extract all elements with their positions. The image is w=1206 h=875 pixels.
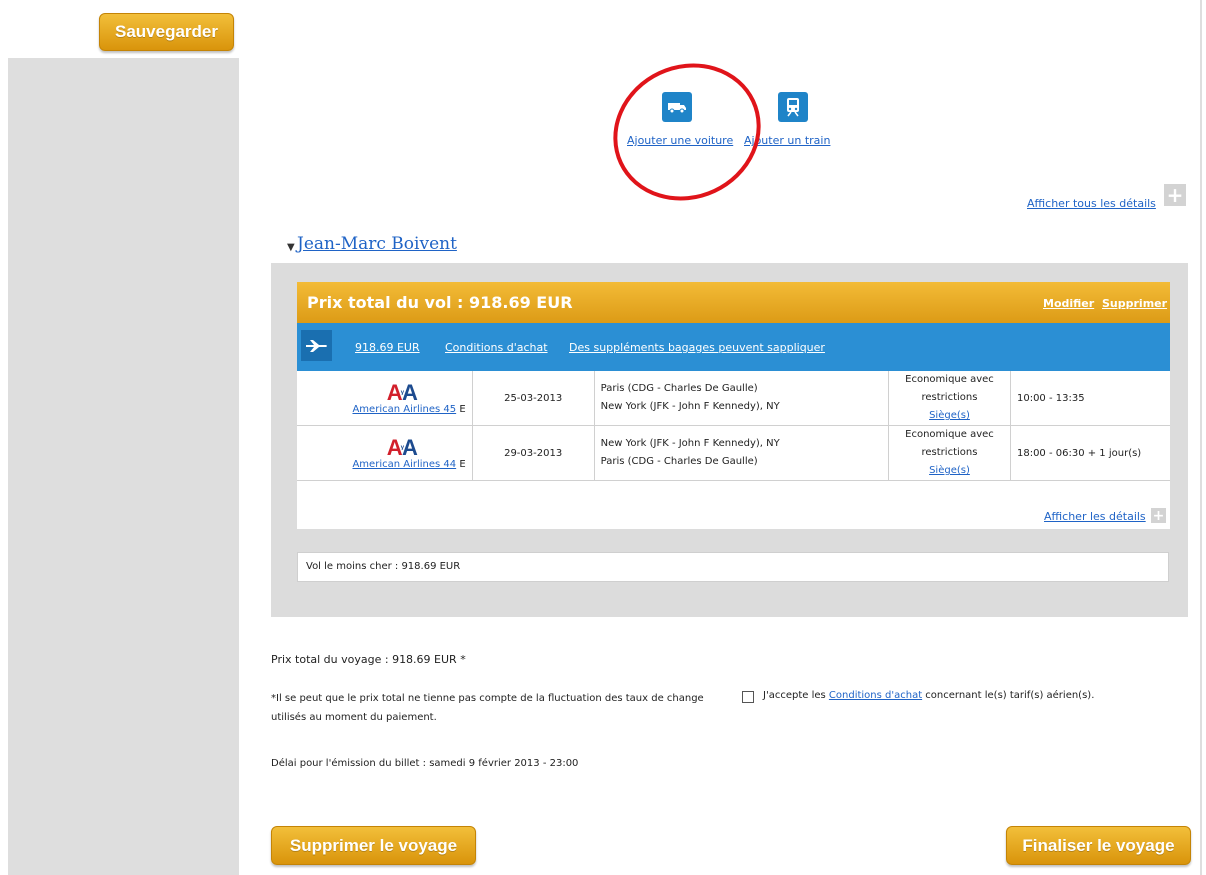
fare-link[interactable]: 918.69 EUR [355, 341, 420, 354]
segment-route: Paris (CDG - Charles De Gaulle) New York… [593, 371, 889, 426]
segment-route: New York (JFK - John F Kennedy), NY Pari… [593, 425, 889, 481]
fare-class-label: Economique avec restrictions [905, 429, 994, 458]
accept-conditions-checkbox[interactable] [742, 691, 754, 703]
right-border [1200, 0, 1202, 875]
american-airlines-logo: AᵞA [386, 434, 418, 460]
purchase-conditions-link[interactable]: Conditions d'achat [445, 341, 548, 354]
save-button[interactable]: Sauvegarder [99, 13, 234, 51]
route-from: New York (JFK - John F Kennedy), NY [600, 438, 780, 449]
airline-cell: AᵞA American Airlines 45 E [297, 371, 473, 426]
details-row: Afficher les détails + [297, 497, 1170, 529]
seat-link[interactable]: Siège(s) [895, 462, 1004, 480]
expand-details-plus-icon[interactable]: + [1151, 508, 1166, 523]
red-annotation-circle [613, 63, 761, 201]
traveler-name[interactable]: Jean-Marc Boivent [297, 234, 457, 254]
booking-class: E [459, 403, 466, 415]
delete-link[interactable]: Supprimer [1102, 297, 1167, 310]
fare-class: Economique avec restrictions Siège(s) [887, 425, 1011, 481]
cheapest-flight-box: Vol le moins cher : 918.69 EUR [297, 552, 1169, 582]
flight-card: Prix total du vol : 918.69 EUR Modifier … [297, 282, 1170, 529]
flight-price-title: Prix total du vol : 918.69 EUR [307, 293, 573, 312]
ticket-deadline: Délai pour l'émission du billet : samedi… [271, 758, 579, 769]
flight-price-bar: Prix total du vol : 918.69 EUR Modifier … [297, 282, 1170, 323]
collapse-arrow-icon[interactable]: ▼ [287, 242, 295, 253]
route-to: New York (JFK - John F Kennedy), NY [600, 401, 780, 412]
modify-link[interactable]: Modifier [1043, 297, 1094, 310]
cheapest-flight-text: Vol le moins cher : 918.69 EUR [306, 561, 461, 572]
currency-note: *Il se peut que le prix total ne tienne … [271, 693, 704, 723]
american-airlines-logo: AᵞA [386, 379, 418, 405]
segment-time: 10:00 - 13:35 [1009, 371, 1170, 426]
segment-date: 29-03-2013 [471, 425, 595, 481]
fare-class: Economique avec restrictions Siège(s) [887, 371, 1011, 426]
plane-icon [301, 330, 332, 361]
accept-suffix: concernant le(s) tarif(s) aérien(s). [922, 690, 1095, 701]
booking-class: E [459, 458, 466, 470]
accept-conditions-link[interactable]: Conditions d'achat [829, 690, 922, 701]
airline-flight-link[interactable]: American Airlines 44 [352, 459, 456, 470]
train-icon[interactable] [778, 92, 808, 122]
accept-prefix: J'accepte les [763, 690, 829, 701]
airline-cell: AᵞA American Airlines 44 E [297, 425, 473, 481]
left-sidebar-panel [8, 58, 239, 875]
segment-date: 25-03-2013 [471, 371, 595, 426]
expand-all-plus-icon[interactable]: + [1164, 184, 1186, 206]
flight-info-bar: 918.69 EUR Conditions d'achat Des supplé… [297, 323, 1170, 371]
delete-trip-button[interactable]: Supprimer le voyage [271, 826, 476, 865]
route-from: Paris (CDG - Charles De Gaulle) [600, 383, 758, 394]
airline-flight-link[interactable]: American Airlines 45 [352, 404, 456, 415]
accept-conditions-text: J'accepte les Conditions d'achat concern… [763, 690, 1094, 701]
segment-time: 18:00 - 06:30 + 1 jour(s) [1009, 425, 1170, 481]
baggage-fees-link[interactable]: Des suppléments bagages peuvent sappliqu… [569, 341, 825, 354]
finalize-trip-button[interactable]: Finaliser le voyage [1006, 826, 1191, 865]
fare-class-label: Economique avec restrictions [905, 374, 994, 403]
total-trip-price: Prix total du voyage : 918.69 EUR * [271, 653, 466, 666]
show-details-link[interactable]: Afficher les détails [1044, 510, 1146, 523]
flight-segments-table: AᵞA American Airlines 45 E 25-03-2013 Pa… [297, 371, 1170, 481]
show-all-details-link[interactable]: Afficher tous les détails [1027, 197, 1156, 210]
route-to: Paris (CDG - Charles De Gaulle) [600, 456, 758, 467]
seat-link[interactable]: Siège(s) [895, 407, 1004, 425]
